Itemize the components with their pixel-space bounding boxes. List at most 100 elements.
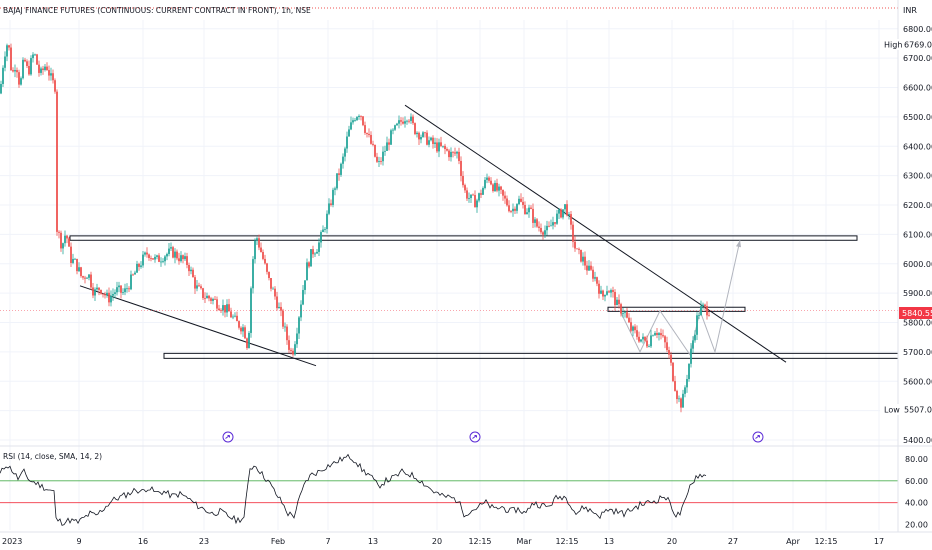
candle-body xyxy=(150,258,152,259)
candle-body xyxy=(680,398,682,408)
candle-body xyxy=(254,240,256,260)
candle-body xyxy=(394,125,396,130)
time-tick-label: 17 xyxy=(874,537,884,546)
candle-body xyxy=(92,287,94,296)
candle-body xyxy=(82,276,84,278)
candle-body xyxy=(534,219,536,223)
candle-body xyxy=(110,295,112,303)
candle-body xyxy=(198,285,200,287)
candle-body xyxy=(300,304,302,318)
candle-body xyxy=(392,129,394,131)
drawings[interactable] xyxy=(69,104,899,367)
candle-body xyxy=(368,133,370,135)
candle-body xyxy=(264,258,266,264)
candle-body xyxy=(440,142,442,147)
candle-body xyxy=(510,211,512,212)
candle-body xyxy=(96,287,98,290)
time-tick-label: 12:15 xyxy=(814,537,837,546)
candle-body xyxy=(480,193,482,195)
candle-body xyxy=(196,285,198,289)
price-tick-label: 5400.00 xyxy=(903,436,932,445)
rsi-axis[interactable]: 80.00 60.00 40.00 20.00 xyxy=(905,455,928,530)
candle-body xyxy=(406,120,408,122)
event-icon[interactable] xyxy=(469,431,481,443)
high-badge: High 6769.00 xyxy=(880,39,932,50)
price-tick-label: 6100.00 xyxy=(903,230,932,239)
candle-body xyxy=(106,292,108,296)
candle-body xyxy=(128,288,130,290)
candle-body xyxy=(400,120,402,122)
candle-body xyxy=(488,177,490,181)
grid xyxy=(0,20,898,530)
event-icon[interactable] xyxy=(752,431,764,443)
candle-body xyxy=(292,350,294,355)
candle-body xyxy=(404,121,406,124)
event-icon[interactable] xyxy=(222,431,234,443)
chart-canvas[interactable]: 6800.00 6700.00 6600.00 6500.00 6400.00 6300.… xyxy=(0,0,932,550)
candle-body xyxy=(430,137,432,141)
candle-body xyxy=(18,72,20,85)
candle-body xyxy=(648,346,650,348)
candle-body xyxy=(338,173,340,175)
time-tick-label: 9 xyxy=(76,537,81,546)
price-axis[interactable]: 6800.00 6700.00 6600.00 6500.00 6400.00 6300.… xyxy=(903,25,932,445)
candle-body xyxy=(526,212,528,215)
candle-body xyxy=(708,315,710,317)
candle-body xyxy=(568,214,570,216)
candle-body xyxy=(560,209,562,218)
candle-body xyxy=(240,327,242,332)
candle-body xyxy=(544,230,546,235)
candle-body xyxy=(322,229,324,233)
candle-body xyxy=(460,160,462,176)
candle-body xyxy=(50,73,52,76)
candle-body xyxy=(46,66,48,71)
candle-body xyxy=(500,186,502,190)
candle-body xyxy=(666,342,668,351)
candle-body xyxy=(126,288,128,290)
candle-body xyxy=(492,184,494,192)
candle-body xyxy=(466,190,468,199)
time-tick-label: 7 xyxy=(325,537,330,546)
time-axis[interactable]: 2023 9 16 23 Feb 7 13 20 12:15 Mar 12:15 13 20 27 Apr 1… xyxy=(2,537,884,546)
candle-body xyxy=(624,312,626,314)
candle-body xyxy=(364,125,366,133)
candle-body xyxy=(652,335,654,337)
candle-body xyxy=(208,295,210,299)
candle-body xyxy=(16,70,18,73)
candle-body xyxy=(336,173,338,189)
candle-body xyxy=(642,336,644,340)
candle-body xyxy=(478,193,480,201)
candle-body xyxy=(306,262,308,281)
candle-body xyxy=(516,204,518,211)
candle-body xyxy=(614,291,616,306)
candle-body xyxy=(258,238,260,248)
candle-body xyxy=(354,120,356,121)
horizontal-zone xyxy=(163,352,899,359)
candle-body xyxy=(358,115,360,118)
candle-body xyxy=(252,259,254,289)
candle-body xyxy=(552,222,554,226)
candle-body xyxy=(20,78,22,85)
candle-body xyxy=(396,123,398,126)
candle-body xyxy=(74,258,76,260)
candle-body xyxy=(256,238,258,241)
price-tick-label: 6400.00 xyxy=(903,142,932,151)
candle-body xyxy=(528,207,530,213)
candle-body xyxy=(140,265,142,267)
candle-body xyxy=(458,151,460,161)
candle-body xyxy=(382,151,384,162)
candle-body xyxy=(124,288,126,293)
price-tick-label: 6200.00 xyxy=(903,201,932,210)
candle-body xyxy=(26,61,28,66)
candle-body xyxy=(248,332,250,348)
candle-body xyxy=(184,256,186,260)
candle-body xyxy=(172,247,174,258)
rsi-indicator-label[interactable]: RSI (14, close, SMA, 14, 2) xyxy=(3,452,102,461)
candle-body xyxy=(2,67,4,84)
candle-body xyxy=(94,289,96,296)
candle-body xyxy=(386,142,388,151)
candle-body xyxy=(346,136,348,149)
candle-body xyxy=(444,145,446,150)
candle-body xyxy=(76,258,78,272)
candle-body xyxy=(474,195,476,208)
